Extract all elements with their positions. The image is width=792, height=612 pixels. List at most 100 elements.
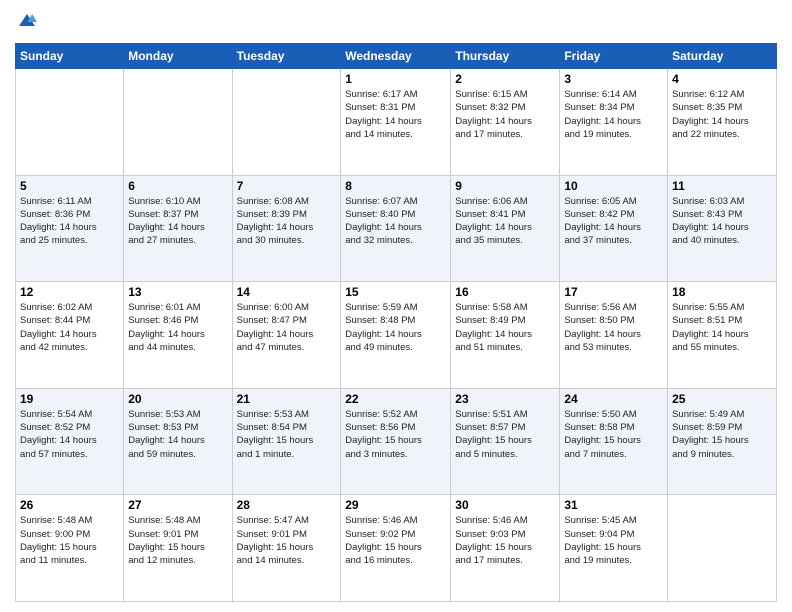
day-number: 24	[564, 392, 663, 406]
day-header-monday: Monday	[124, 44, 232, 69]
day-info: Sunrise: 6:14 AM Sunset: 8:34 PM Dayligh…	[564, 88, 663, 141]
day-info: Sunrise: 5:53 AM Sunset: 8:54 PM Dayligh…	[237, 408, 337, 461]
day-number: 10	[564, 179, 663, 193]
calendar-cell: 31 Sunrise: 5:45 AM Sunset: 9:04 PM Dayli…	[560, 495, 668, 602]
week-row-2: 12 Sunrise: 6:02 AM Sunset: 8:44 PM Dayli…	[16, 282, 777, 389]
calendar-header: SundayMondayTuesdayWednesdayThursdayFrid…	[16, 44, 777, 69]
calendar-cell: 10 Sunrise: 6:05 AM Sunset: 8:42 PM Dayli…	[560, 175, 668, 282]
day-number: 27	[128, 498, 227, 512]
day-info: Sunrise: 5:46 AM Sunset: 9:03 PM Dayligh…	[455, 514, 555, 567]
day-info: Sunrise: 5:59 AM Sunset: 8:48 PM Dayligh…	[345, 301, 446, 354]
day-info: Sunrise: 6:07 AM Sunset: 8:40 PM Dayligh…	[345, 195, 446, 248]
logo-icon	[17, 10, 37, 30]
week-row-1: 5 Sunrise: 6:11 AM Sunset: 8:36 PM Daylig…	[16, 175, 777, 282]
day-number: 26	[20, 498, 119, 512]
calendar-cell	[668, 495, 777, 602]
calendar-cell: 12 Sunrise: 6:02 AM Sunset: 8:44 PM Dayli…	[16, 282, 124, 389]
day-number: 7	[237, 179, 337, 193]
day-number: 12	[20, 285, 119, 299]
calendar-cell	[16, 69, 124, 176]
day-header-wednesday: Wednesday	[341, 44, 451, 69]
day-info: Sunrise: 6:02 AM Sunset: 8:44 PM Dayligh…	[20, 301, 119, 354]
day-number: 5	[20, 179, 119, 193]
day-info: Sunrise: 6:10 AM Sunset: 8:37 PM Dayligh…	[128, 195, 227, 248]
calendar-cell: 26 Sunrise: 5:48 AM Sunset: 9:00 PM Dayli…	[16, 495, 124, 602]
day-number: 9	[455, 179, 555, 193]
day-info: Sunrise: 5:58 AM Sunset: 8:49 PM Dayligh…	[455, 301, 555, 354]
day-number: 23	[455, 392, 555, 406]
calendar-cell: 2Sunrise: 6:15 AM Sunset: 8:32 PM Daylig…	[451, 69, 560, 176]
calendar-cell: 20 Sunrise: 5:53 AM Sunset: 8:53 PM Dayli…	[124, 388, 232, 495]
day-number: 28	[237, 498, 337, 512]
calendar-cell: 16 Sunrise: 5:58 AM Sunset: 8:49 PM Dayli…	[451, 282, 560, 389]
day-number: 4	[672, 72, 772, 86]
calendar-cell	[124, 69, 232, 176]
header	[15, 10, 777, 35]
day-header-thursday: Thursday	[451, 44, 560, 69]
day-number: 20	[128, 392, 227, 406]
calendar-cell: 21 Sunrise: 5:53 AM Sunset: 8:54 PM Dayli…	[232, 388, 341, 495]
day-info: Sunrise: 5:49 AM Sunset: 8:59 PM Dayligh…	[672, 408, 772, 461]
calendar-cell: 24 Sunrise: 5:50 AM Sunset: 8:58 PM Dayli…	[560, 388, 668, 495]
day-info: Sunrise: 5:54 AM Sunset: 8:52 PM Dayligh…	[20, 408, 119, 461]
calendar-cell: 8 Sunrise: 6:07 AM Sunset: 8:40 PM Daylig…	[341, 175, 451, 282]
day-number: 14	[237, 285, 337, 299]
day-info: Sunrise: 5:51 AM Sunset: 8:57 PM Dayligh…	[455, 408, 555, 461]
logo	[15, 10, 41, 35]
calendar-cell: 4 Sunrise: 6:12 AM Sunset: 8:35 PM Daylig…	[668, 69, 777, 176]
calendar-cell: 5 Sunrise: 6:11 AM Sunset: 8:36 PM Daylig…	[16, 175, 124, 282]
day-info: Sunrise: 6:05 AM Sunset: 8:42 PM Dayligh…	[564, 195, 663, 248]
calendar-cell: 19Sunrise: 5:54 AM Sunset: 8:52 PM Dayli…	[16, 388, 124, 495]
day-header-friday: Friday	[560, 44, 668, 69]
day-info: Sunrise: 6:11 AM Sunset: 8:36 PM Dayligh…	[20, 195, 119, 248]
day-number: 3	[564, 72, 663, 86]
day-info: Sunrise: 6:00 AM Sunset: 8:47 PM Dayligh…	[237, 301, 337, 354]
calendar-cell: 9 Sunrise: 6:06 AM Sunset: 8:41 PM Daylig…	[451, 175, 560, 282]
day-info: Sunrise: 5:48 AM Sunset: 9:01 PM Dayligh…	[128, 514, 227, 567]
day-info: Sunrise: 5:52 AM Sunset: 8:56 PM Dayligh…	[345, 408, 446, 461]
day-info: Sunrise: 6:06 AM Sunset: 8:41 PM Dayligh…	[455, 195, 555, 248]
day-number: 8	[345, 179, 446, 193]
day-info: Sunrise: 5:45 AM Sunset: 9:04 PM Dayligh…	[564, 514, 663, 567]
day-number: 30	[455, 498, 555, 512]
calendar-cell: 6 Sunrise: 6:10 AM Sunset: 8:37 PM Daylig…	[124, 175, 232, 282]
calendar-cell: 3 Sunrise: 6:14 AM Sunset: 8:34 PM Daylig…	[560, 69, 668, 176]
day-info: Sunrise: 5:47 AM Sunset: 9:01 PM Dayligh…	[237, 514, 337, 567]
day-info: Sunrise: 5:48 AM Sunset: 9:00 PM Dayligh…	[20, 514, 119, 567]
day-number: 31	[564, 498, 663, 512]
week-row-4: 26 Sunrise: 5:48 AM Sunset: 9:00 PM Dayli…	[16, 495, 777, 602]
calendar-body: 1Sunrise: 6:17 AM Sunset: 8:31 PM Daylig…	[16, 69, 777, 602]
day-header-sunday: Sunday	[16, 44, 124, 69]
page: SundayMondayTuesdayWednesdayThursdayFrid…	[0, 0, 792, 612]
day-header-tuesday: Tuesday	[232, 44, 341, 69]
day-header-saturday: Saturday	[668, 44, 777, 69]
calendar-cell: 18Sunrise: 5:55 AM Sunset: 8:51 PM Dayli…	[668, 282, 777, 389]
day-number: 16	[455, 285, 555, 299]
calendar-cell: 14 Sunrise: 6:00 AM Sunset: 8:47 PM Dayli…	[232, 282, 341, 389]
day-info: Sunrise: 6:08 AM Sunset: 8:39 PM Dayligh…	[237, 195, 337, 248]
day-number: 1	[345, 72, 446, 86]
calendar-cell: 15 Sunrise: 5:59 AM Sunset: 8:48 PM Dayli…	[341, 282, 451, 389]
week-row-0: 1Sunrise: 6:17 AM Sunset: 8:31 PM Daylig…	[16, 69, 777, 176]
day-info: Sunrise: 5:55 AM Sunset: 8:51 PM Dayligh…	[672, 301, 772, 354]
day-info: Sunrise: 6:12 AM Sunset: 8:35 PM Dayligh…	[672, 88, 772, 141]
calendar-cell: 25Sunrise: 5:49 AM Sunset: 8:59 PM Dayli…	[668, 388, 777, 495]
day-number: 6	[128, 179, 227, 193]
calendar-cell: 23 Sunrise: 5:51 AM Sunset: 8:57 PM Dayli…	[451, 388, 560, 495]
day-info: Sunrise: 5:50 AM Sunset: 8:58 PM Dayligh…	[564, 408, 663, 461]
calendar-cell	[232, 69, 341, 176]
day-info: Sunrise: 5:53 AM Sunset: 8:53 PM Dayligh…	[128, 408, 227, 461]
calendar-cell: 27 Sunrise: 5:48 AM Sunset: 9:01 PM Dayli…	[124, 495, 232, 602]
day-info: Sunrise: 6:01 AM Sunset: 8:46 PM Dayligh…	[128, 301, 227, 354]
calendar-cell: 28 Sunrise: 5:47 AM Sunset: 9:01 PM Dayli…	[232, 495, 341, 602]
day-number: 22	[345, 392, 446, 406]
day-number: 17	[564, 285, 663, 299]
day-number: 15	[345, 285, 446, 299]
calendar-cell: 11Sunrise: 6:03 AM Sunset: 8:43 PM Dayli…	[668, 175, 777, 282]
calendar: SundayMondayTuesdayWednesdayThursdayFrid…	[15, 43, 777, 602]
day-number: 21	[237, 392, 337, 406]
day-info: Sunrise: 6:15 AM Sunset: 8:32 PM Dayligh…	[455, 88, 555, 141]
day-number: 13	[128, 285, 227, 299]
day-info: Sunrise: 5:56 AM Sunset: 8:50 PM Dayligh…	[564, 301, 663, 354]
week-row-3: 19Sunrise: 5:54 AM Sunset: 8:52 PM Dayli…	[16, 388, 777, 495]
